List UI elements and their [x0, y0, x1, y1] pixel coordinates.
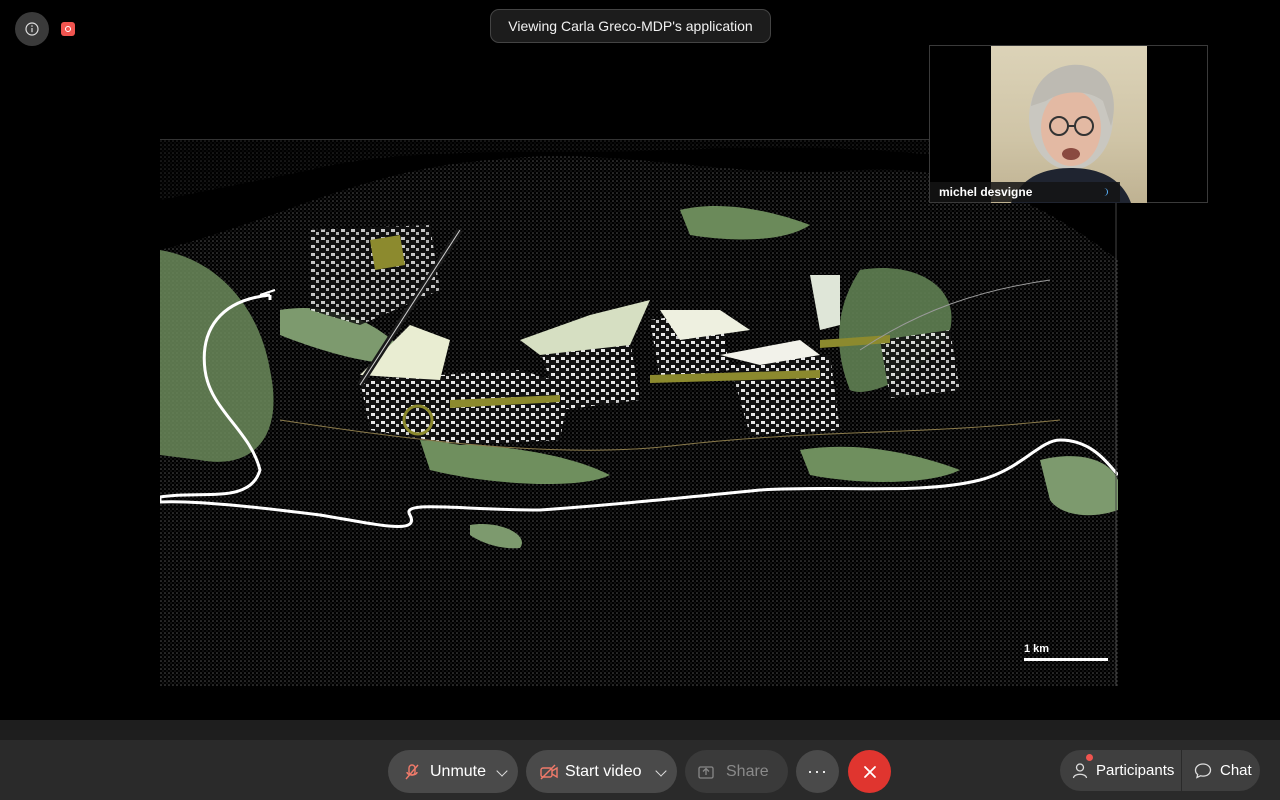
shared-screen: [160, 139, 1118, 686]
site-plan-map: [160, 140, 1118, 686]
audio-level-icon: [1102, 188, 1108, 196]
scale-label: 1 km: [1024, 643, 1050, 655]
video-off-icon: [540, 764, 558, 779]
participant-video: [991, 46, 1147, 203]
participant-video-tile[interactable]: michel desvigne: [929, 45, 1208, 203]
more-options-button[interactable]: ···: [796, 750, 839, 793]
meeting-info-button[interactable]: [15, 12, 49, 46]
chevron-down-icon[interactable]: [655, 765, 667, 777]
start-video-label: Start video: [565, 762, 642, 780]
participant-portrait: [1011, 64, 1131, 203]
participants-label: Participants: [1096, 762, 1175, 779]
leave-meeting-button[interactable]: [848, 750, 891, 793]
scale-line: [1024, 658, 1108, 661]
unmute-button[interactable]: Unmute: [388, 750, 518, 793]
mic-off-icon: [405, 763, 419, 779]
top-left-controls: [15, 12, 75, 46]
share-label: Share: [726, 762, 769, 780]
participant-name-label: michel desvigne: [930, 182, 1120, 202]
share-button[interactable]: Share: [685, 750, 788, 793]
participants-icon: [1072, 763, 1088, 779]
notification-badge: [1086, 754, 1093, 761]
participants-button[interactable]: Participants: [1060, 750, 1181, 791]
recording-icon: [61, 22, 75, 36]
share-icon: [698, 766, 714, 779]
info-icon: [25, 22, 39, 36]
start-video-button[interactable]: Start video: [526, 750, 677, 793]
participant-name: michel desvigne: [939, 185, 1033, 199]
toolbar-separator: [0, 720, 1280, 740]
more-icon: ···: [807, 761, 828, 781]
chevron-down-icon[interactable]: [496, 765, 508, 777]
panel-buttons: Participants Chat: [1060, 750, 1260, 791]
chat-label: Chat: [1220, 762, 1252, 779]
chat-icon: [1194, 763, 1212, 779]
chat-button[interactable]: Chat: [1182, 750, 1260, 791]
map-scale-bar: 1 km: [1024, 643, 1108, 661]
close-icon: [863, 765, 876, 778]
unmute-label: Unmute: [430, 762, 487, 780]
sharing-banner: Viewing Carla Greco-MDP's application: [490, 9, 771, 43]
meeting-toolbar: Unmute Start video Share ··· Participant…: [0, 740, 1280, 800]
